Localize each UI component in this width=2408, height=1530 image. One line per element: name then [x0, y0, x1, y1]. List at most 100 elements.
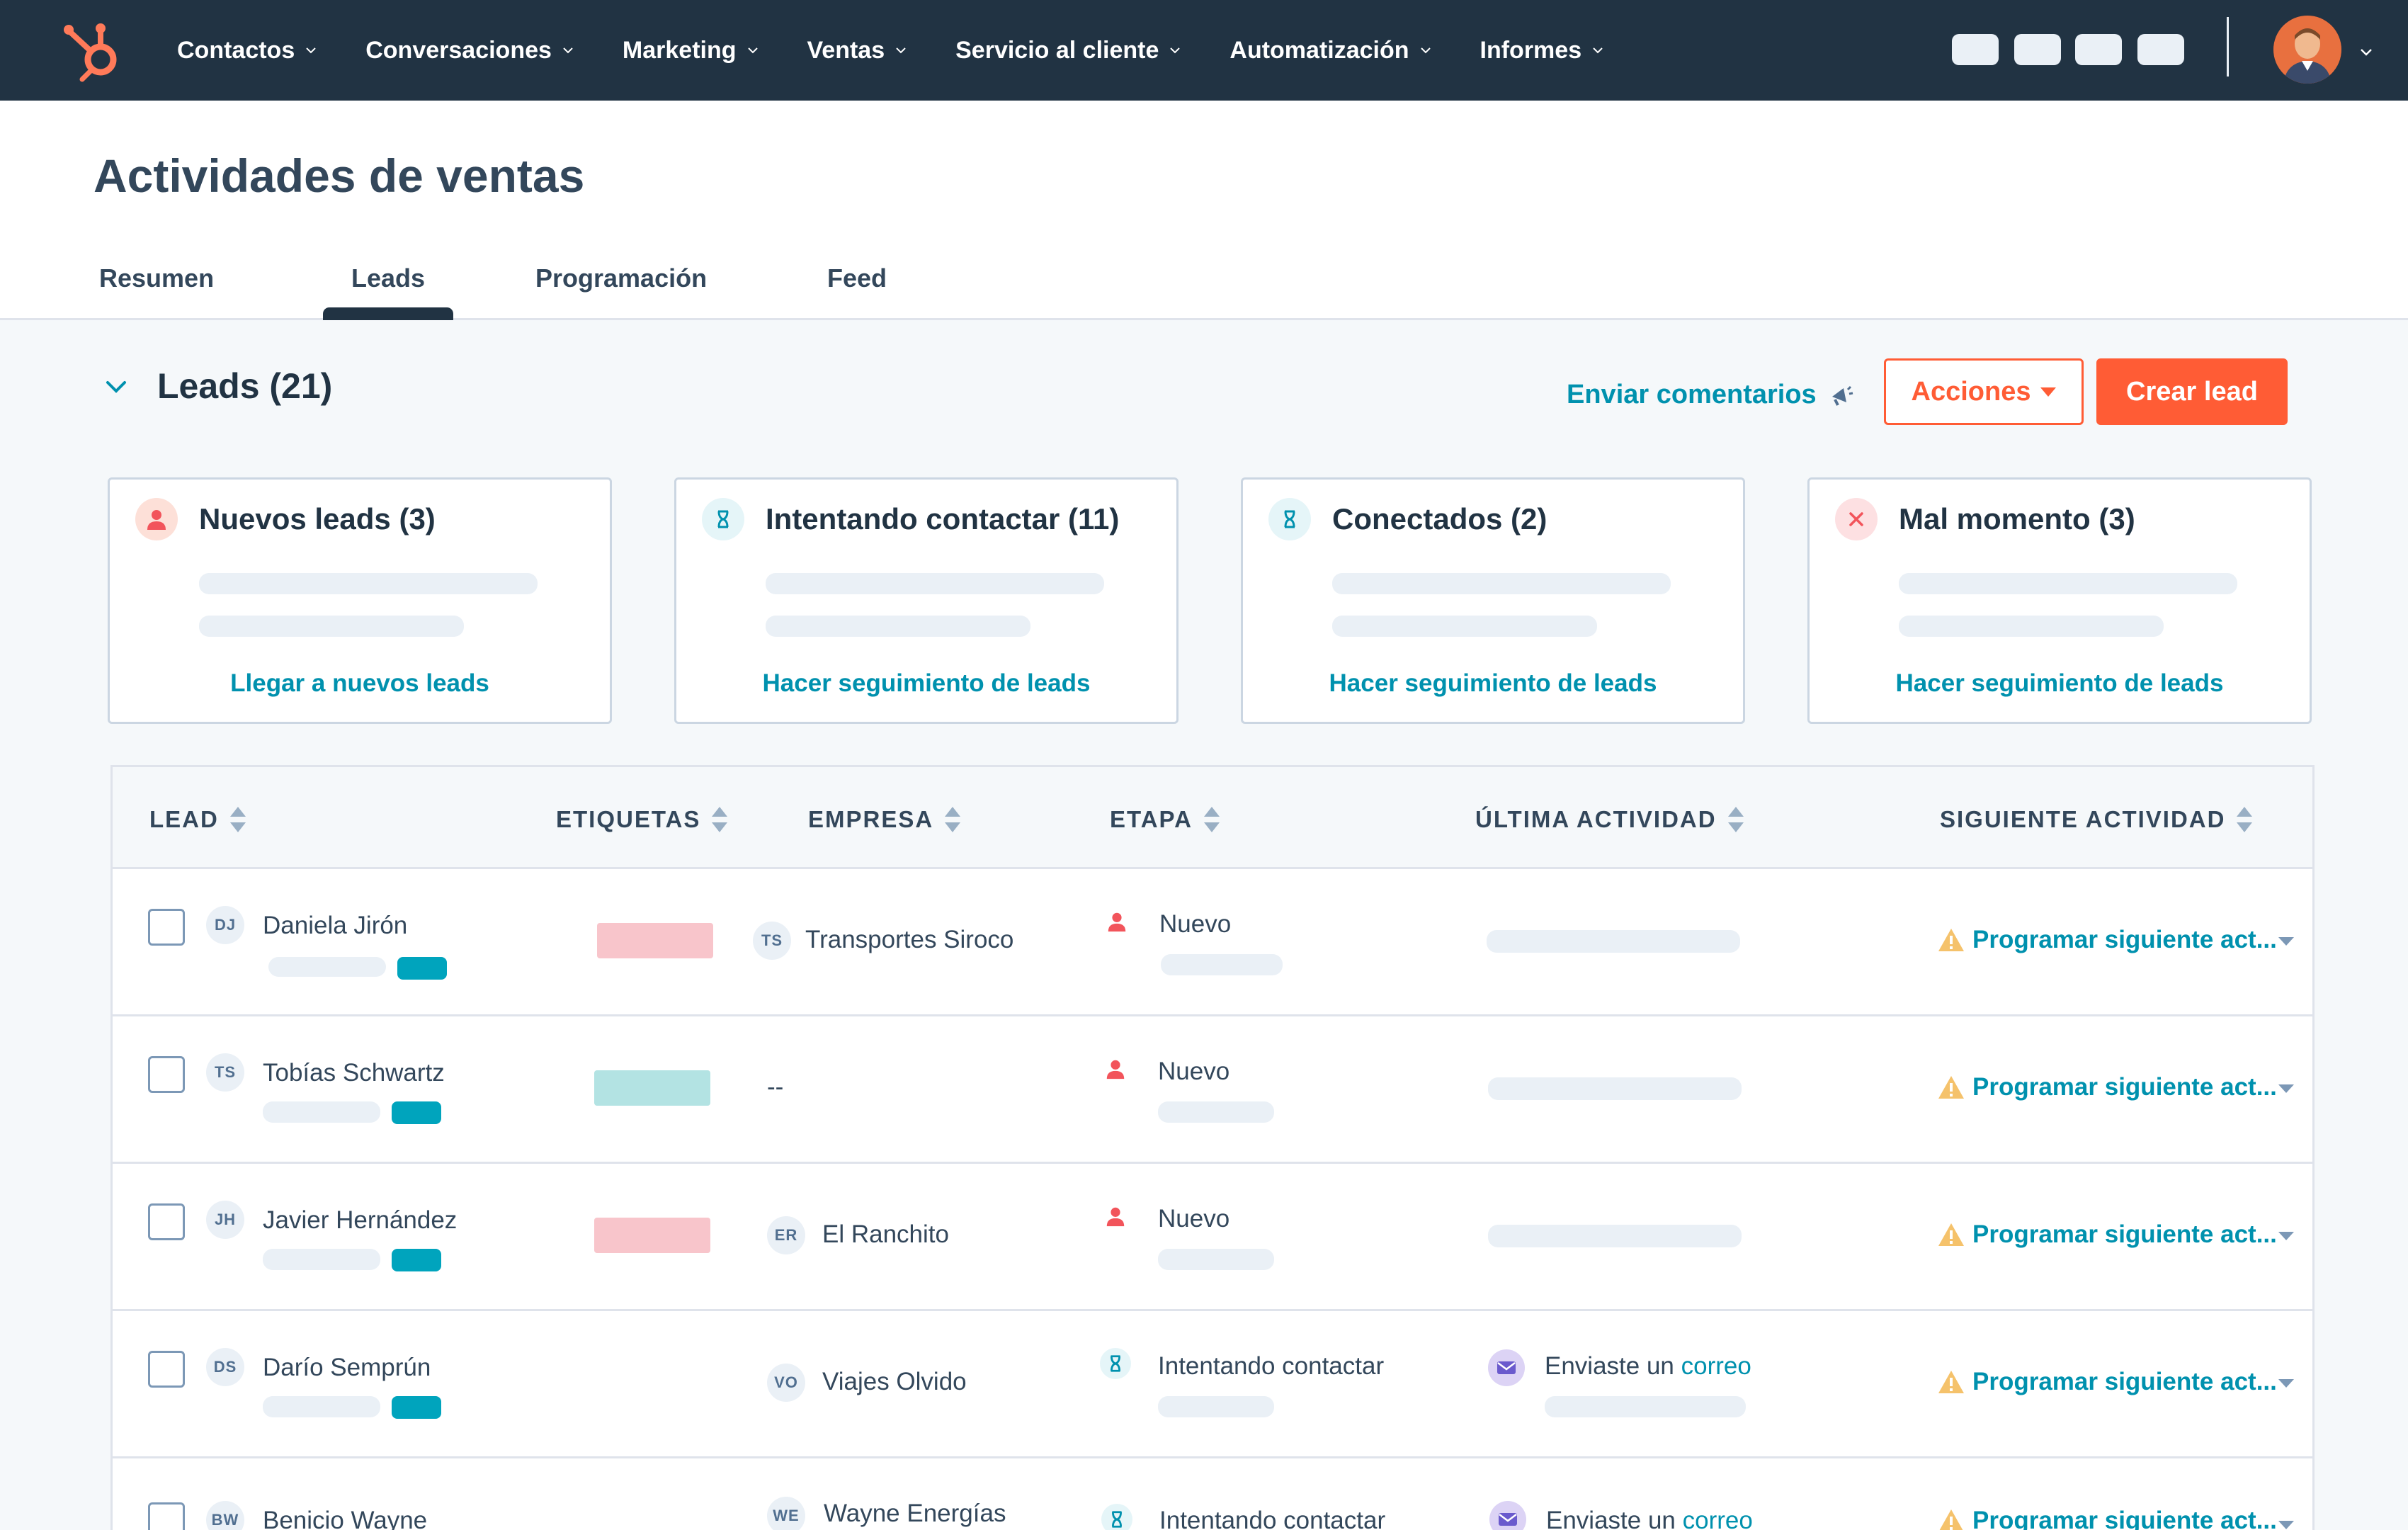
caret-down-icon[interactable]: [2278, 1084, 2294, 1093]
person-icon: [1100, 1053, 1131, 1084]
create-lead-button[interactable]: Crear lead: [2096, 358, 2288, 425]
nav-item-servicio[interactable]: Servicio al cliente: [955, 37, 1181, 64]
row-checkbox[interactable]: [148, 1203, 185, 1240]
column-header-empresa[interactable]: EMPRESA: [808, 803, 962, 837]
nav-item-label: Servicio al cliente: [955, 36, 1159, 64]
card-link[interactable]: Llegar a nuevos leads: [110, 669, 610, 698]
schedule-next-activity-link[interactable]: Programar siguiente act...: [1937, 1507, 2277, 1530]
actions-dropdown-button[interactable]: Acciones: [1884, 358, 2084, 425]
nav-item-informes[interactable]: Informes: [1480, 37, 1605, 64]
nav-item-marketing[interactable]: Marketing: [623, 37, 759, 64]
card-link[interactable]: Hacer seguimiento de leads: [1243, 669, 1743, 698]
caret-down-icon: [2040, 387, 2057, 397]
nav-item-conversaciones[interactable]: Conversaciones: [365, 37, 574, 64]
card-link[interactable]: Hacer seguimiento de leads: [1810, 669, 2310, 698]
nav-utility-button[interactable]: [2014, 34, 2061, 65]
lead-name-link[interactable]: Daniela Jirón: [263, 912, 407, 940]
tab-feed[interactable]: Feed: [827, 256, 887, 320]
schedule-next-activity-link[interactable]: Programar siguiente act...: [1937, 1220, 2277, 1249]
card-link[interactable]: Hacer seguimiento de leads: [676, 669, 1176, 698]
table-row[interactable]: DJ Daniela Jirón TS Transportes Siroco N…: [113, 869, 2312, 1016]
sort-icon: [1203, 807, 1220, 832]
column-header-ultima-actividad[interactable]: ÚLTIMA ACTIVIDAD: [1475, 803, 1745, 837]
skeleton-line: [1488, 1077, 1742, 1100]
collapse-chevron-icon[interactable]: [103, 374, 129, 400]
skeleton-line: [263, 1396, 380, 1417]
schedule-next-activity-link[interactable]: Programar siguiente act...: [1937, 1073, 2277, 1101]
table-row[interactable]: JH Javier Hernández ER El Ranchito Nuevo…: [113, 1164, 2312, 1311]
lead-avatar: BW: [206, 1501, 244, 1530]
nav-utility-button[interactable]: [2137, 34, 2184, 65]
stage-label: Nuevo: [1158, 1205, 1230, 1232]
column-header-siguiente-actividad[interactable]: SIGUIENTE ACTIVIDAD: [1940, 803, 2254, 837]
column-header-lead[interactable]: LEAD: [149, 803, 247, 837]
actions-label: Acciones: [1911, 376, 2031, 407]
company-name[interactable]: Viajes Olvido: [822, 1368, 967, 1396]
column-header-etapa[interactable]: ETAPA: [1110, 803, 1221, 837]
avatar[interactable]: [2273, 16, 2341, 84]
caret-down-icon[interactable]: [2278, 937, 2294, 946]
nav-item-contactos[interactable]: Contactos: [177, 37, 317, 64]
column-label: EMPRESA: [808, 806, 934, 832]
row-checkbox[interactable]: [148, 1502, 185, 1530]
caret-down-icon[interactable]: [2278, 1379, 2294, 1388]
chevron-down-icon[interactable]: [2358, 44, 2374, 60]
send-feedback-link[interactable]: Enviar comentarios: [1567, 380, 1853, 410]
nav-item-automatizacion[interactable]: Automatización: [1229, 37, 1431, 64]
caret-down-icon[interactable]: [2278, 1521, 2294, 1529]
company-name[interactable]: Transportes Siroco: [805, 926, 1013, 954]
stage-label: Nuevo: [1158, 1058, 1230, 1085]
email-link[interactable]: correo: [1683, 1507, 1753, 1530]
lead-name-link[interactable]: Tobías Schwartz: [263, 1059, 445, 1087]
lead-badge: [392, 1396, 441, 1419]
schedule-next-activity-link[interactable]: Programar siguiente act...: [1937, 926, 2277, 954]
sort-icon: [229, 807, 246, 832]
card-title: Mal momento (3): [1899, 502, 2135, 536]
table-row[interactable]: TS Tobías Schwartz -- Nuevo Programar si…: [113, 1016, 2312, 1164]
table-row[interactable]: BW Benicio Wayne WE Wayne Energías Inten…: [113, 1458, 2312, 1530]
nav-utility-button[interactable]: [1952, 34, 1999, 65]
feedback-label: Enviar comentarios: [1567, 380, 1817, 409]
tag-chip[interactable]: [597, 923, 713, 958]
user-photo-icon: [2273, 16, 2341, 84]
hubspot-logo-icon[interactable]: [61, 18, 126, 84]
tag-chip[interactable]: [594, 1070, 710, 1106]
row-checkbox[interactable]: [148, 909, 185, 946]
next-activity-label: Programar siguiente act...: [1972, 1507, 2277, 1530]
row-checkbox[interactable]: [148, 1351, 185, 1388]
skeleton-line: [268, 957, 386, 977]
caret-down-icon[interactable]: [2278, 1232, 2294, 1240]
chevron-down-icon: [306, 47, 316, 54]
section-title: Leads (21): [157, 366, 333, 406]
tab-programacion[interactable]: Programación: [535, 256, 707, 320]
warning-icon: [1938, 1371, 1964, 1393]
skeleton-line: [199, 573, 538, 594]
warning-icon: [1939, 1509, 1963, 1530]
company-name[interactable]: Wayne Energías: [824, 1500, 1006, 1528]
skeleton-line: [1158, 1249, 1274, 1270]
row-checkbox[interactable]: [148, 1056, 185, 1093]
lead-name-link[interactable]: Benicio Wayne: [263, 1507, 427, 1530]
tab-leads[interactable]: Leads: [322, 256, 454, 320]
last-activity-text: Enviaste un correo: [1546, 1507, 1753, 1530]
skeleton-line: [1899, 573, 2237, 594]
lead-avatar: DJ: [206, 906, 244, 944]
tag-chip[interactable]: [594, 1218, 710, 1253]
table-header: LEAD ETIQUETAS EMPRESA ETAPA ÚLTIMA ACTI…: [113, 767, 2312, 869]
email-link[interactable]: correo: [1681, 1352, 1751, 1380]
company-name[interactable]: El Ranchito: [822, 1220, 949, 1249]
lead-name-link[interactable]: Javier Hernández: [263, 1206, 457, 1235]
skeleton-line: [263, 1101, 380, 1123]
card-conectados: Conectados (2) Hacer seguimiento de lead…: [1241, 477, 1745, 724]
schedule-next-activity-link[interactable]: Programar siguiente act...: [1937, 1368, 2277, 1396]
column-header-etiquetas[interactable]: ETIQUETAS: [556, 803, 729, 837]
skeleton-line: [1332, 616, 1597, 637]
nav-item-ventas[interactable]: Ventas: [807, 37, 908, 64]
skeleton-line: [766, 616, 1030, 637]
table-row[interactable]: DS Darío Semprún VO Viajes Olvido Intent…: [113, 1311, 2312, 1458]
lead-name-link[interactable]: Darío Semprún: [263, 1354, 431, 1382]
tab-resumen[interactable]: Resumen: [99, 256, 214, 320]
card-nuevos-leads: Nuevos leads (3) Llegar a nuevos leads: [108, 477, 612, 724]
nav-utility-button[interactable]: [2075, 34, 2122, 65]
column-label: ETIQUETAS: [556, 806, 701, 832]
